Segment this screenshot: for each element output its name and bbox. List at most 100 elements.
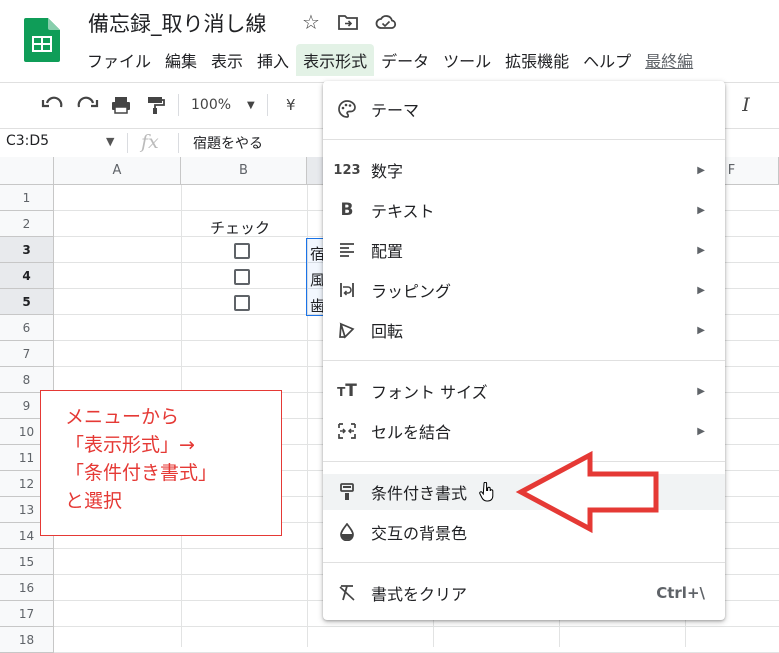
formula-input[interactable]: 宿題をやる xyxy=(193,133,263,153)
column-header-a[interactable]: A xyxy=(54,157,181,185)
cell-c3[interactable]: 宿 xyxy=(310,243,324,264)
menu-item-text[interactable]: B テキスト ▶ xyxy=(323,192,725,228)
merge-cells-icon xyxy=(338,423,356,439)
menu-item-merge-cells[interactable]: セルを結合 ▶ xyxy=(323,413,725,449)
row-header[interactable]: 6 xyxy=(0,315,54,341)
menu-item-rotation[interactable]: 回転 ▶ xyxy=(323,312,725,348)
row-header[interactable]: 17 xyxy=(0,601,54,627)
row-header[interactable]: 5 xyxy=(0,289,54,315)
italic-button[interactable]: I xyxy=(729,94,763,116)
row-header[interactable]: 4 xyxy=(0,263,54,289)
cell-b2-check-header[interactable]: チェック xyxy=(210,217,270,238)
menu-item-label: 条件付き書式 xyxy=(371,484,468,503)
text-rotation-icon xyxy=(339,322,355,339)
menu-bar: ファイル 編集 表示 挿入 表示形式 データ ツール 拡張機能 ヘルプ 最終編 xyxy=(80,44,700,76)
currency-format-button[interactable]: ¥ xyxy=(274,96,308,114)
menu-item-label: ラッピング xyxy=(371,282,452,301)
submenu-arrow-icon: ▶ xyxy=(697,385,705,397)
checkbox-b4[interactable] xyxy=(234,269,250,285)
row-line xyxy=(54,626,779,627)
zoom-value: 100% xyxy=(191,97,232,113)
chevron-down-icon: ▼ xyxy=(247,99,255,111)
submenu-arrow-icon: ▶ xyxy=(697,164,705,176)
row-header[interactable]: 1 xyxy=(0,185,54,211)
row-header[interactable]: 18 xyxy=(0,627,54,653)
checkbox-b5[interactable] xyxy=(234,295,250,311)
clear-format-icon xyxy=(339,585,355,601)
keyboard-shortcut: Ctrl+\ xyxy=(656,584,705,602)
menu-file[interactable]: ファイル xyxy=(80,44,158,76)
menu-item-clear-formatting[interactable]: 書式をクリア Ctrl+\ xyxy=(323,575,725,611)
redo-icon[interactable] xyxy=(70,95,104,115)
menu-item-label: セルを結合 xyxy=(371,423,452,442)
menu-item-theme[interactable]: テーマ xyxy=(323,91,725,127)
toolbar-divider xyxy=(266,94,268,116)
divider xyxy=(127,133,128,153)
menu-tools[interactable]: ツール xyxy=(436,44,498,76)
text-wrap-icon xyxy=(340,283,354,297)
font-size-icon: TT xyxy=(337,381,357,401)
row-header[interactable]: 2 xyxy=(0,211,54,237)
menu-data[interactable]: データ xyxy=(374,44,436,76)
menu-help[interactable]: ヘルプ xyxy=(576,44,638,76)
select-all-corner[interactable] xyxy=(0,157,54,185)
red-pointer-arrow-icon xyxy=(515,450,659,534)
cell-c4[interactable]: 風 xyxy=(310,269,324,290)
menu-insert[interactable]: 挿入 xyxy=(250,44,296,76)
align-left-icon xyxy=(340,243,354,257)
chevron-down-icon[interactable]: ▼ xyxy=(106,135,114,148)
name-box[interactable]: C3:D5 xyxy=(6,133,49,149)
menu-view[interactable]: 表示 xyxy=(204,44,250,76)
bold-b-icon: B xyxy=(340,200,354,220)
toolbar-divider xyxy=(178,94,179,116)
menu-item-label: 配置 xyxy=(371,242,404,261)
menu-item-font-size[interactable]: TT フォント サイズ ▶ xyxy=(323,373,725,409)
cloud-status-icon[interactable] xyxy=(375,14,397,30)
divider xyxy=(178,133,179,153)
menu-item-wrapping[interactable]: ラッピング ▶ xyxy=(323,272,725,308)
row-header[interactable]: 3 xyxy=(0,237,54,263)
format-menu: テーマ 123 数字 ▶ B テキスト ▶ 配置 ▶ ラッピング ▶ 回転 ▶ xyxy=(323,81,725,620)
paint-roller-icon xyxy=(340,483,354,500)
checkbox-b3[interactable] xyxy=(234,243,250,259)
sheets-logo[interactable] xyxy=(24,18,60,62)
star-icon[interactable]: ☆ xyxy=(302,10,320,34)
annotation-callout: メニューから 「表示形式」→ 「条件付き書式」 と選択 xyxy=(40,390,282,536)
menu-item-label: 交互の背景色 xyxy=(371,524,468,543)
paint-format-icon[interactable] xyxy=(138,95,172,115)
menu-item-label: 書式をクリア xyxy=(371,585,468,604)
menu-item-alignment[interactable]: 配置 ▶ xyxy=(323,232,725,268)
last-edit-link[interactable]: 最終編 xyxy=(638,44,700,76)
menu-item-label: 数字 xyxy=(371,162,404,181)
menu-edit[interactable]: 編集 xyxy=(158,44,204,76)
menu-divider xyxy=(323,562,725,563)
color-drop-icon xyxy=(340,523,354,541)
number-123-icon: 123 xyxy=(333,162,361,178)
row-header[interactable]: 15 xyxy=(0,549,54,575)
document-title[interactable]: 備忘録_取り消し線 xyxy=(88,8,267,38)
menu-item-number[interactable]: 123 数字 ▶ xyxy=(323,152,725,188)
annotation-line: メニューから xyxy=(65,406,180,428)
menu-divider xyxy=(323,139,725,140)
column-header-b[interactable]: B xyxy=(181,157,307,185)
palette-icon xyxy=(338,100,356,118)
menu-item-label: フォント サイズ xyxy=(371,383,488,402)
menu-extensions[interactable]: 拡張機能 xyxy=(498,44,576,76)
folder-move-icon[interactable] xyxy=(338,14,358,30)
menu-item-label: 回転 xyxy=(371,322,404,341)
submenu-arrow-icon: ▶ xyxy=(697,244,705,256)
row-header[interactable]: 7 xyxy=(0,341,54,367)
print-icon[interactable] xyxy=(104,95,138,115)
submenu-arrow-icon: ▶ xyxy=(697,324,705,336)
annotation-line: と選択 xyxy=(65,490,123,512)
menu-format[interactable]: 表示形式 xyxy=(296,44,375,76)
row-header[interactable]: 16 xyxy=(0,575,54,601)
fx-icon: fx xyxy=(141,131,159,153)
zoom-select[interactable]: 100% ▼ xyxy=(185,97,261,113)
annotation-line: 「表示形式」→ xyxy=(65,434,195,456)
cell-c5[interactable]: 歯 xyxy=(310,295,324,316)
menu-item-label: テキスト xyxy=(371,202,435,221)
submenu-arrow-icon: ▶ xyxy=(697,425,705,437)
submenu-arrow-icon: ▶ xyxy=(697,204,705,216)
undo-icon[interactable] xyxy=(36,95,70,115)
